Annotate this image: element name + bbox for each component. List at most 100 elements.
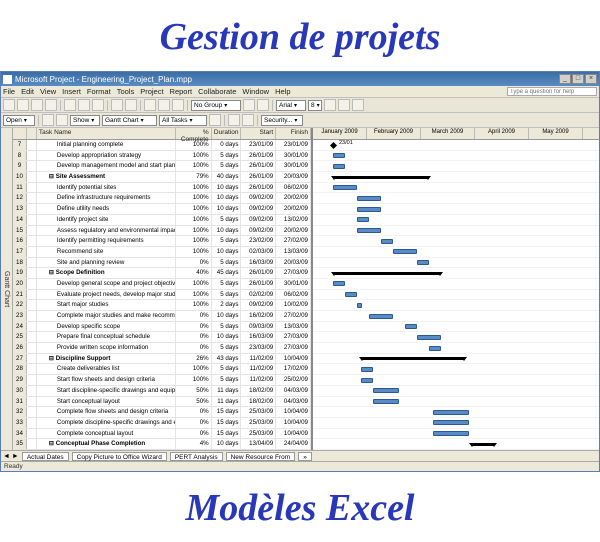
task-bar[interactable] — [373, 399, 399, 404]
task-bar[interactable] — [357, 196, 381, 201]
table-row[interactable]: 21Evaluate project needs, develop major … — [13, 290, 311, 301]
table-row[interactable]: 31Start conceptual layout50%11 days18/02… — [13, 397, 311, 408]
menu-window[interactable]: Window — [242, 87, 269, 96]
info-icon[interactable] — [242, 114, 254, 126]
task-bar[interactable] — [433, 410, 469, 415]
table-row[interactable]: 7Initial planning complete100%0 days23/0… — [13, 140, 311, 151]
col-id[interactable] — [13, 128, 27, 139]
task-bar[interactable] — [333, 164, 345, 169]
close-button[interactable]: × — [585, 74, 597, 84]
font-name-select[interactable]: Arial — [276, 100, 306, 111]
col-indicator[interactable] — [27, 128, 37, 139]
table-row[interactable]: 32Complete flow sheets and design criter… — [13, 407, 311, 418]
table-row[interactable]: 15Assess regulatory and environmental im… — [13, 226, 311, 237]
table-row[interactable]: 26Provide written scope information0%5 d… — [13, 343, 311, 354]
undo-icon[interactable] — [111, 99, 123, 111]
menu-format[interactable]: Format — [87, 87, 111, 96]
help-search-input[interactable] — [507, 87, 597, 96]
menu-report[interactable]: Report — [170, 87, 193, 96]
col-finish[interactable]: Finish — [276, 128, 311, 139]
task-bar[interactable] — [393, 249, 417, 254]
link-icon[interactable] — [144, 99, 156, 111]
zoom-in-icon[interactable] — [243, 99, 255, 111]
col-start[interactable]: Start — [241, 128, 276, 139]
menu-project[interactable]: Project — [140, 87, 163, 96]
outdent-icon[interactable] — [42, 114, 54, 126]
unlink-icon[interactable] — [158, 99, 170, 111]
task-bar[interactable] — [381, 239, 393, 244]
table-row[interactable]: 9Develop management model and start plan… — [13, 161, 311, 172]
indent-icon[interactable] — [56, 114, 68, 126]
task-bar[interactable] — [333, 185, 357, 190]
font-size-select[interactable]: 8 — [308, 100, 322, 111]
group-select[interactable]: No Group — [191, 100, 241, 111]
summary-bar[interactable] — [333, 176, 429, 179]
table-row[interactable]: 23Complete major studies and make recomm… — [13, 311, 311, 322]
col-pct-complete[interactable]: % Complete — [176, 128, 212, 139]
table-row[interactable]: 14Identify project site100%5 days09/02/0… — [13, 215, 311, 226]
tab-actual-dates[interactable]: Actual Dates — [22, 452, 69, 461]
new-icon[interactable] — [3, 99, 15, 111]
bold-icon[interactable] — [324, 99, 336, 111]
show-dropdown[interactable]: Show — [70, 115, 100, 126]
task-bar[interactable] — [357, 228, 381, 233]
table-row[interactable]: 13Define utility needs100%10 days09/02/0… — [13, 204, 311, 215]
table-row[interactable]: 12Define infrastructure requirements100%… — [13, 193, 311, 204]
gantt-chart[interactable]: January 2009 February 2009 March 2009 Ap… — [313, 128, 599, 450]
security-dropdown[interactable]: Security... — [261, 115, 303, 126]
tab-more[interactable]: » — [298, 452, 312, 461]
filter-select[interactable]: All Tasks — [159, 115, 207, 126]
split-icon[interactable] — [172, 99, 184, 111]
menu-collaborate[interactable]: Collaborate — [198, 87, 236, 96]
table-row[interactable]: 16Identify permitting requirements100%5 … — [13, 236, 311, 247]
tab-new-resource[interactable]: New Resource From — [226, 452, 296, 461]
task-bar[interactable] — [357, 303, 362, 308]
table-row[interactable]: 11Identify potential sites100%10 days26/… — [13, 183, 311, 194]
table-row[interactable]: 22Start major studies100%2 days09/02/091… — [13, 300, 311, 311]
filter-icon[interactable] — [209, 114, 221, 126]
table-row[interactable]: 24Develop specific scope0%5 days09/03/09… — [13, 322, 311, 333]
view-select[interactable]: Gantt Chart — [102, 115, 157, 126]
menu-file[interactable]: File — [3, 87, 15, 96]
table-row[interactable]: 28Create deliverables list100%5 days11/0… — [13, 364, 311, 375]
summary-bar[interactable] — [333, 272, 441, 275]
copy-icon[interactable] — [78, 99, 90, 111]
table-row[interactable]: 27⊟ Discipline Support26%43 days11/02/09… — [13, 354, 311, 365]
table-row[interactable]: 33Complete discipline-specific drawings … — [13, 418, 311, 429]
cut-icon[interactable] — [64, 99, 76, 111]
paste-icon[interactable] — [92, 99, 104, 111]
task-bar[interactable] — [433, 431, 469, 436]
milestone-icon[interactable] — [330, 141, 337, 148]
col-duration[interactable]: Duration — [212, 128, 242, 139]
task-bar[interactable] — [357, 207, 381, 212]
table-row[interactable]: 20Develop general scope and project obje… — [13, 279, 311, 290]
task-bar[interactable] — [433, 420, 469, 425]
underline-icon[interactable] — [352, 99, 364, 111]
table-row[interactable]: 25Prepare final conceptual schedule0%10 … — [13, 332, 311, 343]
table-row[interactable]: 8Develop appropriation strategy100%5 day… — [13, 151, 311, 162]
save-icon[interactable] — [31, 99, 43, 111]
task-bar[interactable] — [417, 260, 429, 265]
table-row[interactable]: 29Start flow sheets and design criteria1… — [13, 375, 311, 386]
menu-insert[interactable]: Insert — [62, 87, 81, 96]
table-row[interactable]: 18Site and planning review0%5 days16/03/… — [13, 258, 311, 269]
task-bar[interactable] — [361, 378, 373, 383]
gantt-chart-side-tab[interactable]: Gantt Chart — [1, 128, 13, 450]
tab-pert[interactable]: PERT Analysis — [170, 452, 223, 461]
task-bar[interactable] — [333, 153, 345, 158]
tab-copy-picture[interactable]: Copy Picture to Office Wizard — [72, 452, 167, 461]
task-bar[interactable] — [361, 367, 373, 372]
task-bar[interactable] — [417, 335, 441, 340]
task-bar[interactable] — [373, 388, 399, 393]
zoom-out-icon[interactable] — [257, 99, 269, 111]
summary-bar[interactable] — [361, 357, 465, 360]
italic-icon[interactable] — [338, 99, 350, 111]
table-row[interactable]: 17Recommend site100%10 days02/03/0913/03… — [13, 247, 311, 258]
table-row[interactable]: 19⊟ Scope Definition40%45 days26/01/0927… — [13, 268, 311, 279]
redo-icon[interactable] — [125, 99, 137, 111]
maximize-button[interactable]: □ — [572, 74, 584, 84]
task-bar[interactable] — [357, 217, 369, 222]
summary-bar[interactable] — [471, 443, 495, 446]
task-bar[interactable] — [345, 292, 357, 297]
task-bar[interactable] — [333, 281, 345, 286]
